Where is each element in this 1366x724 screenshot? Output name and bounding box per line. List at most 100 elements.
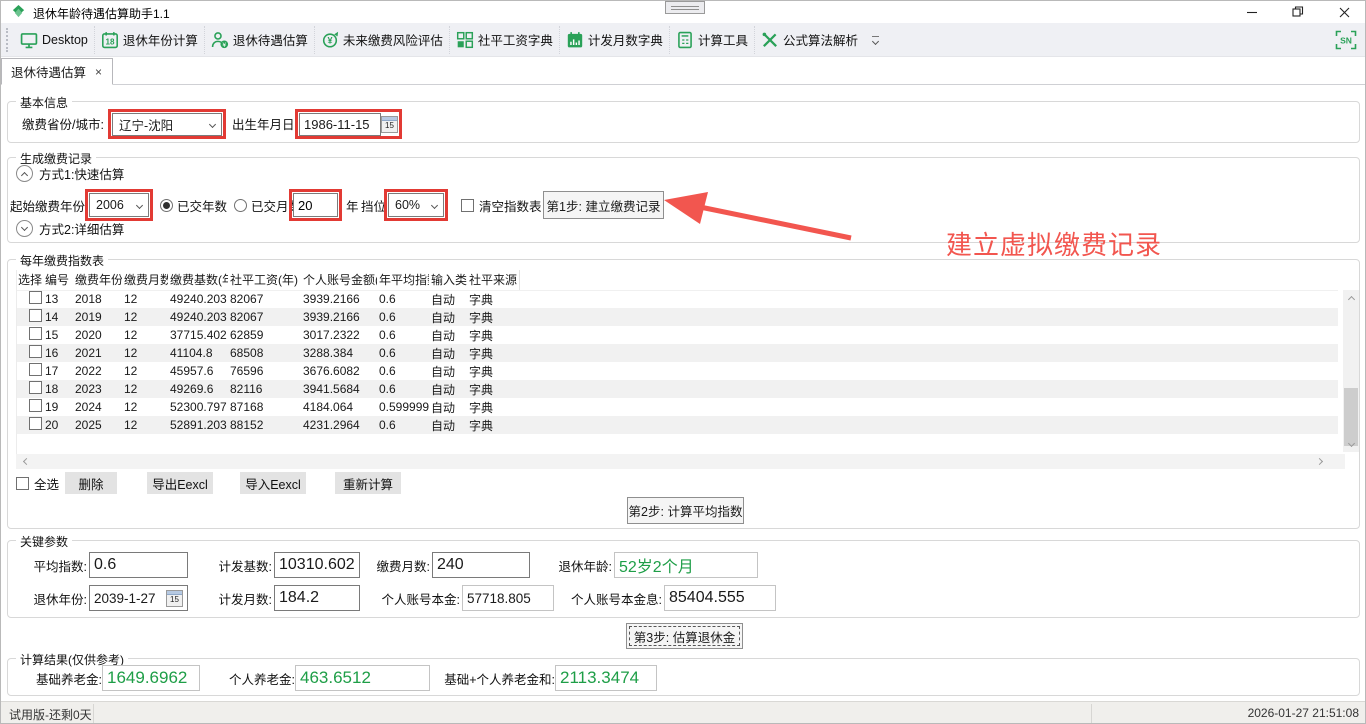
- issue-months-field[interactable]: 184.2: [274, 585, 360, 611]
- cell-avg-index: 0.6: [377, 380, 429, 398]
- table-row[interactable]: 15 2020 12 37715.402 62859 3017.2322 0.6…: [17, 326, 1338, 344]
- level-value: 60%: [395, 198, 420, 212]
- svg-text:18: 18: [105, 37, 114, 46]
- maximize-button[interactable]: [1275, 1, 1321, 23]
- step3-button[interactable]: 第3步: 估算退休金: [626, 623, 743, 649]
- table-row[interactable]: 19 2024 12 52300.797 87168 4184.064 0.59…: [17, 398, 1338, 416]
- column-header[interactable]: 缴费月数: [122, 270, 168, 290]
- table-row[interactable]: 18 2023 12 49269.6 82116 3941.5684 0.6 自…: [17, 380, 1338, 398]
- column-header[interactable]: 年平均指数: [377, 270, 429, 290]
- cell-source: 字典: [467, 290, 519, 308]
- table-row[interactable]: 13 2018 12 49240.203 82067 3939.2166 0.6…: [17, 290, 1338, 308]
- close-button[interactable]: [1321, 1, 1366, 23]
- minimize-button[interactable]: [1229, 1, 1275, 23]
- step1-button[interactable]: 第1步: 建立缴费记录: [543, 191, 664, 219]
- import-excel-button[interactable]: 导入Eexcl: [240, 472, 306, 494]
- issue-months-label: 计发月数:: [219, 589, 272, 608]
- toolbar-item-retire-year-calc[interactable]: 18 退休年份计算: [94, 26, 204, 54]
- birth-date-label: 出生年月日: [232, 114, 295, 133]
- vertical-scrollbar[interactable]: [1343, 290, 1359, 452]
- table-row[interactable]: 17 2022 12 45957.6 76596 3676.6082 0.6 自…: [17, 362, 1338, 380]
- cell-payment-base: 49240.203: [168, 308, 228, 326]
- index-table-body: 13 2018 12 49240.203 82067 3939.2166 0.6…: [17, 290, 1338, 434]
- paid-years-radio[interactable]: [160, 199, 173, 212]
- export-excel-button[interactable]: 导出Eexcl: [147, 472, 213, 494]
- province-select[interactable]: 辽宁-沈阳: [112, 113, 222, 136]
- avg-index-field[interactable]: 0.6: [89, 552, 188, 578]
- table-row[interactable]: 20 2025 12 52891.203 88152 4231.2964 0.6…: [17, 416, 1338, 434]
- toolbar-item-desktop[interactable]: Desktop: [14, 26, 94, 54]
- cell-avg-index: 0.6: [377, 344, 429, 362]
- calendar-picker-icon[interactable]: 15: [381, 116, 398, 133]
- total-pension-field: 2113.3474: [555, 665, 657, 691]
- base-pension-field: 1649.6962: [102, 665, 200, 691]
- level-select[interactable]: 60%: [388, 193, 444, 217]
- horizontal-scrollbar[interactable]: [16, 454, 1345, 469]
- row-checkbox[interactable]: [29, 399, 42, 412]
- tab-pension-estimate[interactable]: 退休待遇估算 ×: [1, 58, 113, 85]
- method1-collapse-button[interactable]: [16, 165, 33, 182]
- chevron-down-icon: [209, 120, 216, 127]
- cell-account-amount: 3017.2322: [301, 326, 377, 344]
- column-header[interactable]: 缴费年份: [73, 270, 122, 290]
- cell-input-type: 自动: [429, 398, 467, 416]
- toolbar-overflow-button[interactable]: [864, 36, 887, 44]
- column-header[interactable]: 社平工资(年): [228, 270, 301, 290]
- birth-date-value: 1986-11-15: [304, 117, 370, 132]
- column-header[interactable]: 社平来源: [467, 270, 519, 290]
- select-all-checkbox[interactable]: [16, 477, 29, 490]
- toolbar-float-handle[interactable]: [665, 1, 705, 14]
- sn-badge-icon[interactable]: SN: [1335, 30, 1357, 50]
- toolbar-item-risk-eval[interactable]: ¥ 未来缴费风险评估: [314, 26, 449, 54]
- row-checkbox[interactable]: [29, 327, 42, 340]
- cell-payment-base: 49240.203: [168, 290, 228, 308]
- clear-index-checkbox[interactable]: [461, 199, 474, 212]
- paid-count-input[interactable]: [293, 193, 338, 217]
- scroll-left-button[interactable]: [18, 454, 34, 469]
- toolbar-item-pension-estimate[interactable]: ¥ 退休待遇估算: [204, 26, 314, 54]
- tab-close-icon[interactable]: ×: [95, 65, 102, 79]
- toolbar-item-formula-analysis[interactable]: 公式算法解析: [754, 26, 864, 54]
- cell-social-avg-wage: 62859: [228, 326, 301, 344]
- birth-date-input[interactable]: 1986-11-15: [299, 113, 381, 136]
- row-select-cell: [17, 398, 43, 416]
- paid-months-radio[interactable]: [234, 199, 247, 212]
- window-controls: [1229, 1, 1366, 23]
- row-checkbox[interactable]: [29, 345, 42, 358]
- calendar-picker-icon[interactable]: 15: [166, 590, 183, 607]
- method2-expand-button[interactable]: [16, 220, 33, 237]
- cell-payment-months: 12: [122, 290, 168, 308]
- avg-index-label: 平均指数:: [34, 556, 87, 575]
- chevron-down-icon: [1347, 439, 1354, 446]
- scroll-down-button[interactable]: [1343, 437, 1359, 452]
- delete-button[interactable]: 删除: [65, 472, 117, 494]
- retire-year-field[interactable]: 2039-1-27 15: [89, 585, 188, 611]
- toolbar-item-social-wage-dict[interactable]: 社平工资字典: [449, 26, 559, 54]
- row-checkbox[interactable]: [29, 381, 42, 394]
- cell-number: 18: [43, 380, 73, 398]
- window-title: 退休年龄待遇估算助手1.1: [33, 5, 170, 22]
- row-checkbox[interactable]: [29, 309, 42, 322]
- column-header[interactable]: 缴费基数(年): [168, 270, 228, 290]
- table-row[interactable]: 14 2019 12 49240.203 82067 3939.2166 0.6…: [17, 308, 1338, 326]
- toolbar-grip[interactable]: [6, 28, 10, 52]
- toolbar-item-issue-months-dict[interactable]: 计发月数字典: [559, 26, 669, 54]
- cell-social-avg-wage: 76596: [228, 362, 301, 380]
- scroll-right-button[interactable]: [1311, 454, 1327, 469]
- payment-months-field[interactable]: 240: [432, 552, 530, 578]
- issue-base-field[interactable]: 10310.602: [274, 552, 360, 578]
- scroll-up-button[interactable]: [1343, 290, 1359, 305]
- column-header[interactable]: 输入类型: [429, 270, 467, 290]
- row-checkbox[interactable]: [29, 291, 42, 304]
- step2-button[interactable]: 第2步: 计算平均指数: [627, 497, 744, 524]
- row-checkbox[interactable]: [29, 417, 42, 430]
- column-header[interactable]: 编号: [43, 270, 73, 290]
- toolbar-item-calc-tools[interactable]: 计算工具: [669, 26, 754, 54]
- start-year-select[interactable]: 2006: [89, 193, 149, 217]
- row-select-cell: [17, 380, 43, 398]
- recalculate-button[interactable]: 重新计算: [335, 472, 401, 494]
- column-header[interactable]: 选择: [17, 270, 43, 290]
- row-checkbox[interactable]: [29, 363, 42, 376]
- table-row[interactable]: 16 2021 12 41104.8 68508 3288.384 0.6 自动…: [17, 344, 1338, 362]
- column-header[interactable]: 个人账号金额(年): [301, 270, 377, 290]
